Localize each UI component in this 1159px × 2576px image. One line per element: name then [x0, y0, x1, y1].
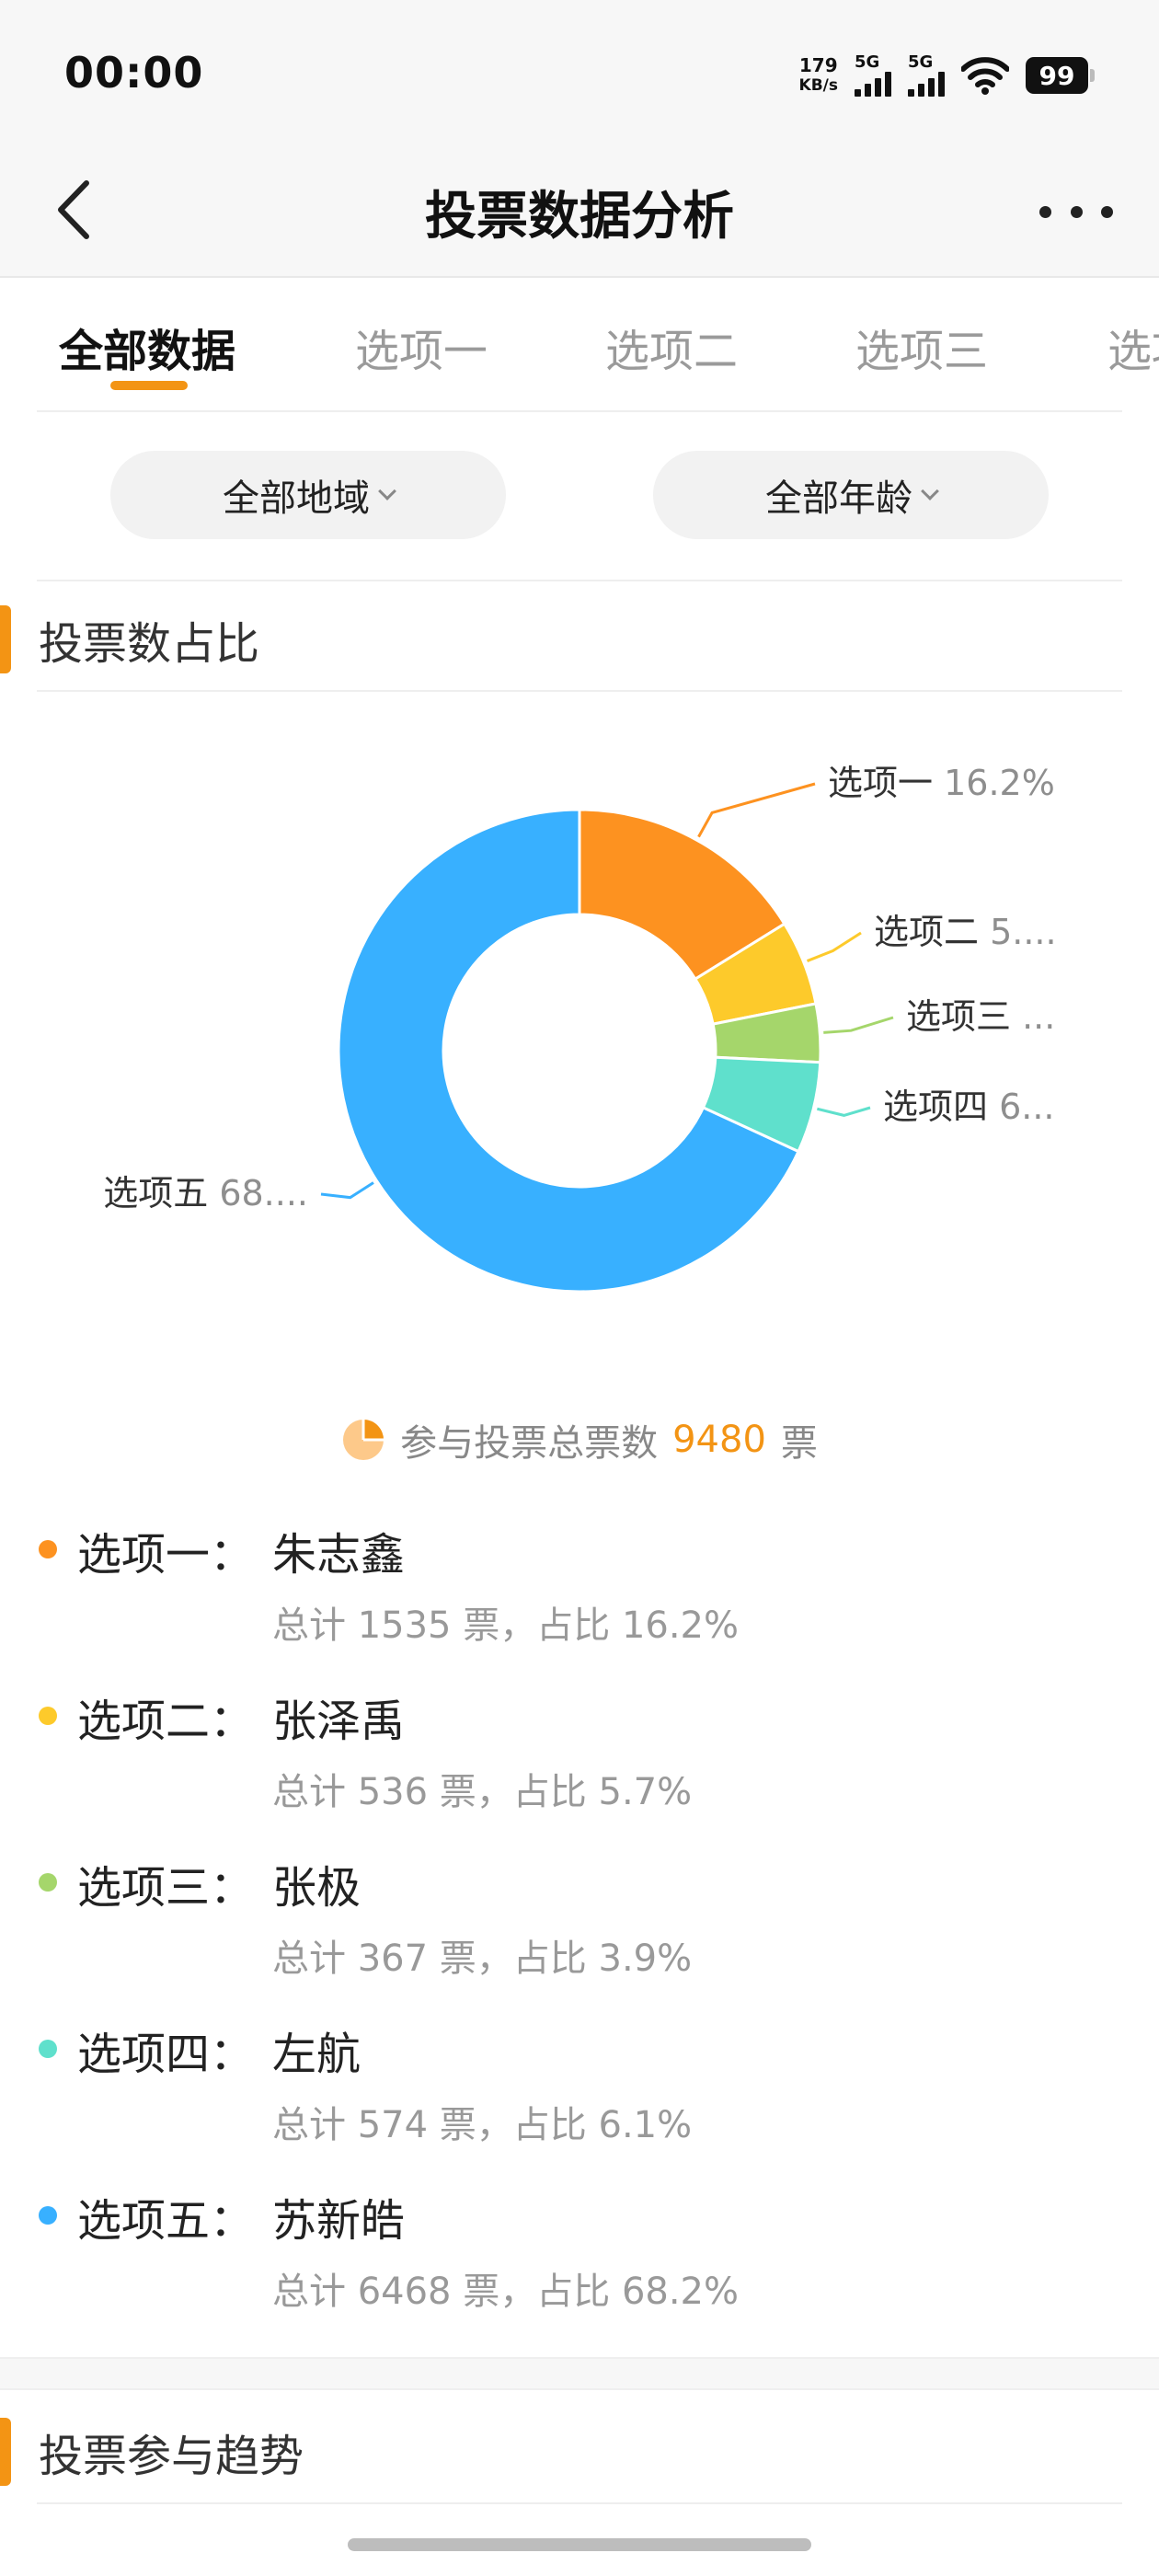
signal-icon: 5G — [855, 54, 891, 97]
more-dot — [1101, 205, 1113, 218]
total-votes-value: 9480 — [672, 1419, 766, 1461]
option-color-dot — [39, 1540, 57, 1558]
donut-leader-line-4 — [817, 1106, 871, 1117]
region-filter-label: 全部地域 — [223, 477, 370, 520]
region-filter-button[interactable]: 全部地域 — [110, 451, 506, 539]
battery-level: 99 — [1026, 57, 1088, 94]
option-item[interactable]: 选项一： 朱志鑫 总计 1535 票，占比 16.2% — [0, 1518, 1159, 1684]
donut-label-4: 选项四 6... — [883, 1087, 1055, 1127]
more-dot — [1070, 205, 1083, 218]
option-item[interactable]: 选项二： 张泽禹 总计 536 票，占比 5.7% — [0, 1685, 1159, 1850]
section-accent-bar — [0, 2418, 11, 2486]
option-color-dot — [39, 1873, 57, 1892]
home-indicator[interactable] — [348, 2538, 811, 2551]
age-filter-label: 全部年龄 — [765, 477, 912, 520]
donut-leader-line-3 — [823, 1016, 894, 1034]
donut-leader-line-2 — [806, 931, 862, 962]
option-label: 选项二： — [77, 1696, 255, 1747]
wifi-icon — [961, 57, 1009, 95]
tab-strip: 全部数据 选项一 选项二 选项三 选项 — [37, 278, 1159, 412]
donut-label-pct: 16.2% — [944, 763, 1055, 803]
signal-icon: 5G — [908, 54, 945, 97]
total-votes: 参与投票总票数 9480 票 — [0, 1408, 1159, 1472]
donut-label-pct: 6... — [999, 1087, 1054, 1127]
age-filter-button[interactable]: 全部年龄 — [653, 451, 1049, 539]
donut-label-5: 选项五 68.... — [103, 1173, 308, 1213]
option-label: 选项四： — [77, 2029, 255, 2080]
donut-label-name: 选项三 — [906, 996, 1022, 1037]
pie-chart-icon — [343, 1420, 384, 1460]
donut-label-pct: 5.... — [990, 912, 1057, 952]
donut-label-3: 选项三 ... — [906, 996, 1055, 1037]
option-color-dot — [39, 1707, 57, 1725]
donut-leader-line-1 — [697, 782, 816, 838]
donut-label-pct: ... — [1022, 996, 1055, 1037]
status-icons: 179 KB/s 5G 5G 99 — [799, 52, 1095, 99]
total-votes-suffix: 票 — [780, 1422, 818, 1465]
donut-label-name: 选项一 — [828, 763, 944, 803]
option-color-dot — [39, 2206, 57, 2225]
net-speed-value: 179 — [798, 54, 838, 76]
vote-share-donut-chart: 选项一 16.2% 选项二 5.... 选项三 ... 选项四 6... 选项五 68.… — [0, 699, 1159, 1417]
more-button[interactable] — [1030, 193, 1122, 230]
option-vote-detail: 总计 536 票，占比 5.7% — [272, 1771, 693, 1813]
donut-label-1: 选项一 16.2% — [828, 763, 1055, 803]
option-candidate-name: 张泽禹 — [272, 1696, 406, 1747]
option-candidate-name: 左航 — [272, 2029, 361, 2080]
option-candidate-name: 苏新皓 — [272, 2195, 406, 2247]
tab-option-1[interactable]: 选项一 — [355, 315, 488, 379]
option-item[interactable]: 选项五： 苏新皓 总计 6468 票，占比 68.2% — [0, 2184, 1159, 2350]
status-time: 00:00 — [64, 48, 204, 98]
option-color-dot — [39, 2040, 57, 2058]
option-item[interactable]: 选项三： 张极 总计 367 票，占比 3.9% — [0, 1851, 1159, 2017]
option-label: 选项五： — [77, 2195, 255, 2247]
status-bar: 00:00 179 KB/s 5G 5G 99 — [0, 0, 1159, 147]
tab-option-4[interactable]: 选项 — [1107, 315, 1159, 379]
tab-option-3[interactable]: 选项三 — [855, 315, 988, 379]
chevron-down-icon — [921, 482, 939, 500]
signal-label: 5G — [855, 52, 880, 72]
page-title: 投票数据分析 — [425, 187, 734, 247]
donut-label-name: 选项二 — [874, 912, 990, 952]
option-label: 选项一： — [77, 1529, 255, 1581]
donut-label-name: 选项五 — [103, 1173, 219, 1213]
chevron-down-icon — [378, 482, 396, 500]
vote-share-section-header: 投票数占比 — [0, 580, 1159, 692]
section-divider — [0, 2357, 1159, 2390]
option-item[interactable]: 选项四： 左航 总计 574 票，占比 6.1% — [0, 2018, 1159, 2183]
option-vote-detail: 总计 574 票，占比 6.1% — [272, 2104, 693, 2146]
tab-option-2[interactable]: 选项二 — [605, 315, 738, 379]
section-title: 投票参与趋势 — [39, 2431, 304, 2482]
tab-all-data[interactable]: 全部数据 — [59, 315, 235, 379]
battery-icon: 99 — [1026, 57, 1095, 94]
option-candidate-name: 朱志鑫 — [272, 1529, 406, 1581]
total-votes-prefix: 参与投票总票数 — [400, 1422, 659, 1465]
tab-bar: 全部数据 选项一 选项二 选项三 选项 — [0, 278, 1159, 412]
donut-label-2: 选项二 5.... — [874, 912, 1057, 952]
option-label: 选项三： — [77, 1862, 255, 1914]
vote-trend-section-header: 投票参与趋势 — [0, 2392, 1159, 2504]
option-vote-detail: 总计 1535 票，占比 16.2% — [272, 1604, 740, 1647]
net-speed: 179 KB/s — [799, 55, 838, 96]
donut-leader-line-5 — [320, 1181, 374, 1200]
section-title: 投票数占比 — [39, 618, 260, 670]
net-speed-unit: KB/s — [798, 76, 838, 95]
donut-label-name: 选项四 — [883, 1087, 999, 1127]
signal-label: 5G — [908, 52, 934, 72]
option-candidate-name: 张极 — [272, 1862, 361, 1914]
donut-label-pct: 68.... — [219, 1173, 308, 1213]
option-vote-detail: 总计 6468 票，占比 68.2% — [272, 2271, 740, 2313]
option-vote-detail: 总计 367 票，占比 3.9% — [272, 1938, 693, 1980]
active-tab-indicator — [110, 381, 188, 390]
section-accent-bar — [0, 605, 11, 673]
more-dot — [1039, 205, 1051, 218]
nav-bar: 投票数据分析 — [0, 147, 1159, 278]
